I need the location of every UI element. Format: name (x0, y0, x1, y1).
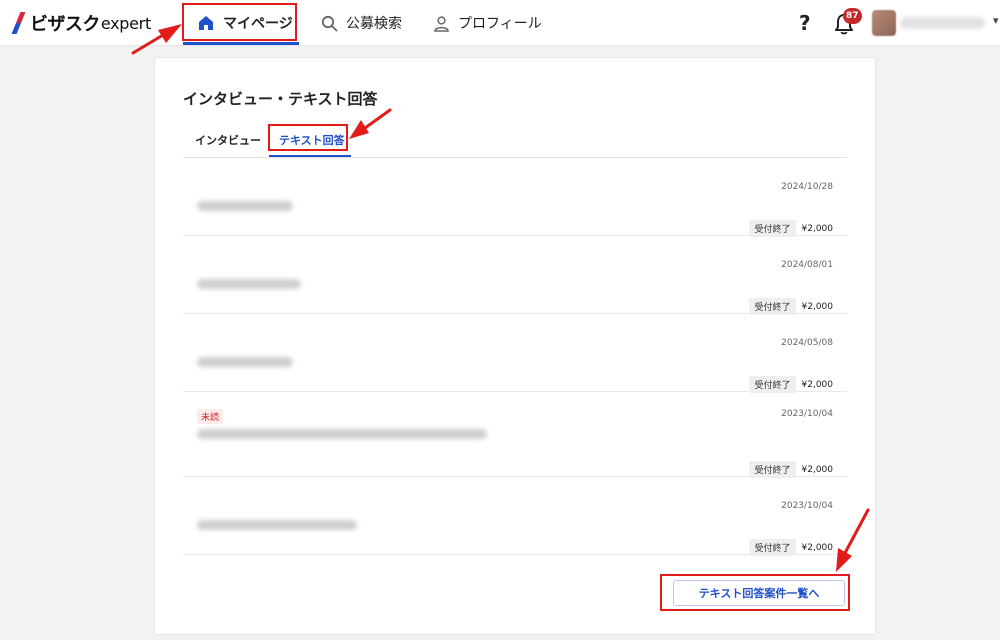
nav-search[interactable]: 公募検索 (320, 0, 402, 46)
item-footer: 受付終了 ¥2,000 (749, 461, 833, 478)
search-icon (320, 14, 338, 32)
tab-active-indicator (269, 155, 351, 157)
item-footer: 受付終了 ¥2,000 (749, 298, 833, 315)
list-item[interactable]: 未読 2023/10/04 受付終了 ¥2,000 (183, 392, 847, 478)
item-title-blurred (197, 201, 293, 211)
status-badge: 受付終了 (749, 220, 796, 237)
item-date: 2024/08/01 (781, 260, 833, 270)
item-price: ¥2,000 (801, 464, 834, 475)
list-item[interactable]: 2023/10/04 受付終了 ¥2,000 (183, 477, 847, 556)
item-date: 2023/10/04 (781, 501, 833, 511)
avatar[interactable] (872, 10, 896, 36)
item-footer: 受付終了 ¥2,000 (749, 376, 833, 393)
item-price: ¥2,000 (801, 542, 834, 553)
status-badge: 受付終了 (749, 539, 796, 556)
annotation-box-text-tab (268, 124, 348, 151)
item-price: ¥2,000 (801, 379, 834, 390)
item-footer: 受付終了 ¥2,000 (749, 539, 833, 556)
item-date: 2024/10/28 (781, 182, 833, 192)
list-item[interactable]: 2024/10/28 受付終了 ¥2,000 (183, 158, 847, 237)
status-badge: 受付終了 (749, 298, 796, 315)
annotation-box-mypage (182, 3, 297, 41)
person-icon (432, 14, 450, 32)
help-icon[interactable]: ? (799, 11, 811, 35)
item-footer: 受付終了 ¥2,000 (749, 220, 833, 237)
content-card: インタビュー・テキスト回答 インタビュー テキスト回答 2024/10/28 受… (154, 57, 876, 635)
item-title-blurred (197, 520, 357, 530)
unread-badge: 未読 (197, 409, 224, 424)
item-title-blurred (197, 357, 293, 367)
logo-sub-text: expert (100, 13, 151, 33)
item-title-blurred (197, 279, 301, 289)
nav-profile[interactable]: プロフィール (432, 0, 542, 46)
page-title: インタビュー・テキスト回答 (183, 90, 378, 108)
list-item[interactable]: 2024/05/08 受付終了 ¥2,000 (183, 314, 847, 393)
top-header: ビザスク expert マイページ 公募検索 プロフィール ? 87 ▾ (0, 0, 1000, 46)
item-price: ¥2,000 (801, 301, 834, 312)
annotation-box-list-button (660, 574, 850, 611)
item-price: ¥2,000 (801, 223, 834, 234)
nav-search-label: 公募検索 (346, 16, 402, 32)
item-title-blurred (197, 429, 487, 439)
item-date: 2024/05/08 (781, 338, 833, 348)
notification-badge: 87 (843, 8, 862, 24)
user-name-blurred[interactable] (900, 17, 985, 29)
status-badge: 受付終了 (749, 461, 796, 478)
nav-profile-label: プロフィール (458, 16, 542, 32)
status-badge: 受付終了 (749, 376, 796, 393)
chevron-down-icon[interactable]: ▾ (993, 14, 999, 27)
nav-active-indicator (183, 42, 299, 45)
logo-main-text: ビザスク (30, 14, 100, 35)
list-item[interactable]: 2024/08/01 受付終了 ¥2,000 (183, 236, 847, 315)
logo[interactable]: ビザスク expert (10, 11, 151, 36)
logo-mark-icon (10, 12, 26, 34)
tab-interview[interactable]: インタビュー (195, 132, 261, 148)
item-date: 2023/10/04 (781, 409, 833, 419)
